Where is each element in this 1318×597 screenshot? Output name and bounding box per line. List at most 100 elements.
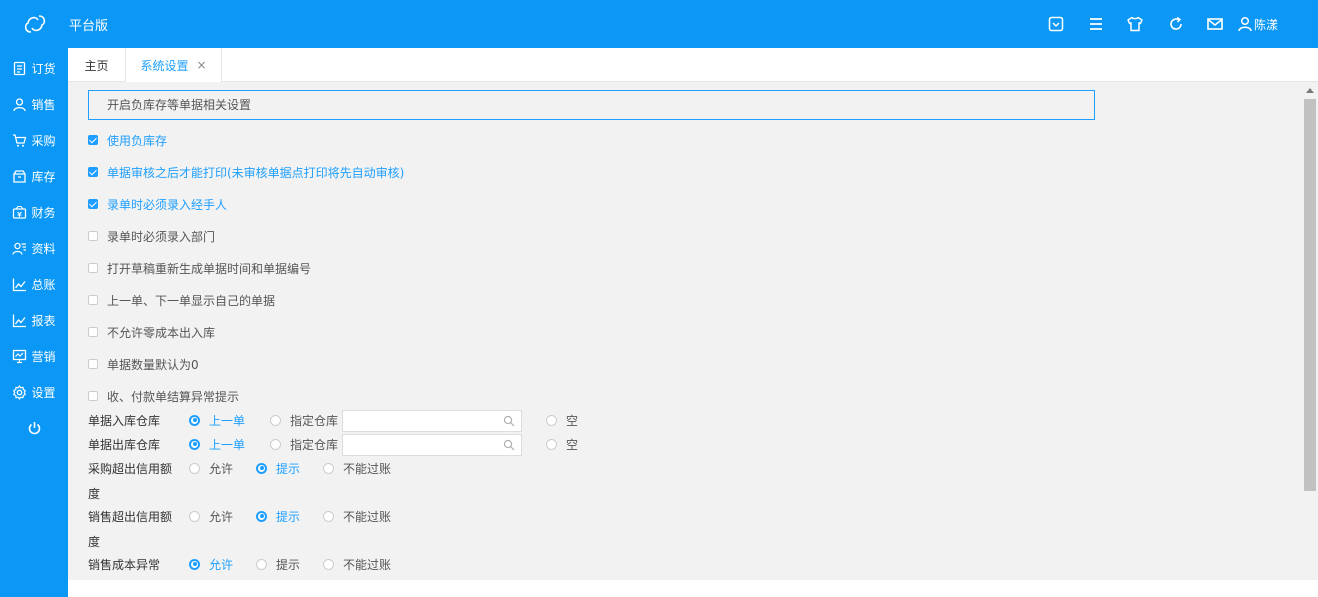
- menu-icon[interactable]: [1087, 15, 1105, 33]
- radio-sales-credit-warn[interactable]: 提示: [256, 507, 300, 525]
- checkbox[interactable]: [88, 199, 98, 209]
- radio-warehouse-in-previous[interactable]: 上一单: [189, 411, 245, 429]
- checkbox-default-quantity[interactable]: 单据数量默认为0: [88, 355, 199, 373]
- sidebar-item-label: 财务: [31, 205, 56, 220]
- checkbox-zero-cost[interactable]: 不允许零成本出入库: [88, 323, 215, 341]
- marketing-icon: [13, 349, 27, 363]
- radio-purchase-credit-allow[interactable]: 允许: [189, 459, 233, 477]
- radio-button[interactable]: [189, 558, 200, 570]
- sidebar-item-report[interactable]: 报表: [0, 302, 68, 338]
- radio-label: 允许: [209, 557, 234, 572]
- radio-button[interactable]: [270, 438, 281, 450]
- top-bar: 平台版 陈漾: [0, 0, 1318, 48]
- checkbox[interactable]: [88, 359, 98, 369]
- checkbox-label: 收、付款单结算异常提示: [107, 389, 240, 404]
- radio-button[interactable]: [323, 510, 334, 522]
- sidebar-item-purchase[interactable]: 采购: [0, 122, 68, 158]
- shirt-icon[interactable]: [1126, 15, 1144, 33]
- tab-system-settings[interactable]: 系统设置 ×: [126, 48, 222, 82]
- checkbox[interactable]: [88, 135, 98, 145]
- sidebar-item-marketing[interactable]: 营销: [0, 338, 68, 374]
- search-icon[interactable]: [503, 415, 515, 427]
- sidebar-item-ledger[interactable]: 总账: [0, 266, 68, 302]
- radio-button[interactable]: [256, 510, 267, 522]
- power-icon: [28, 421, 40, 434]
- checkbox-draft-regenerate[interactable]: 打开草稿重新生成单据时间和单据编号: [88, 259, 311, 277]
- radio-button[interactable]: [256, 462, 267, 474]
- sidebar-item-order[interactable]: 订货: [0, 50, 68, 86]
- checkbox[interactable]: [88, 231, 98, 241]
- close-icon[interactable]: ×: [196, 58, 206, 72]
- sidebar-item-label: 销售: [31, 97, 56, 112]
- checkbox-label: 不允许零成本出入库: [107, 325, 216, 340]
- scrollbar-thumb[interactable]: [1304, 99, 1316, 491]
- tab-home[interactable]: 主页: [68, 48, 126, 82]
- sidebar-item-sales[interactable]: 销售: [0, 86, 68, 122]
- chevron-square-icon[interactable]: [1047, 15, 1065, 33]
- user-name[interactable]: 陈漾: [1254, 16, 1278, 33]
- sidebar-item-label: 资料: [31, 241, 56, 256]
- cloud-logo-icon: [24, 15, 46, 33]
- sidebar-item-inventory[interactable]: 库存: [0, 158, 68, 194]
- radio-sales-credit-block[interactable]: 不能过账: [323, 507, 391, 525]
- sidebar-item-finance[interactable]: 财务: [0, 194, 68, 230]
- checkbox-own-documents[interactable]: 上一单、下一单显示自己的单据: [88, 291, 275, 309]
- radio-button[interactable]: [189, 414, 200, 426]
- tab-bar: 主页 系统设置 ×: [68, 48, 1318, 82]
- radio-warehouse-out-previous[interactable]: 上一单: [189, 435, 245, 453]
- user-icon[interactable]: [1236, 15, 1254, 33]
- sales-icon: [13, 97, 27, 111]
- checkbox[interactable]: [88, 167, 98, 177]
- sidebar-item-label: 订货: [31, 61, 56, 76]
- radio-label: 指定仓库: [290, 437, 339, 452]
- warehouse-out-input[interactable]: [342, 434, 522, 456]
- radio-button[interactable]: [323, 462, 334, 474]
- purchase-credit-label-cont: 度: [88, 487, 101, 501]
- radio-button[interactable]: [256, 558, 267, 570]
- checkbox-negative-stock[interactable]: 使用负库存: [88, 131, 167, 149]
- radio-button[interactable]: [189, 510, 200, 522]
- checkbox[interactable]: [88, 391, 98, 401]
- radio-label: 提示: [276, 557, 301, 572]
- scroll-up-arrow-icon[interactable]: [1306, 88, 1314, 93]
- checkbox-require-department[interactable]: 录单时必须录入部门: [88, 227, 215, 245]
- warehouse-in-input[interactable]: [342, 410, 522, 432]
- inventory-icon: [13, 169, 27, 183]
- radio-purchase-credit-warn[interactable]: 提示: [256, 459, 300, 477]
- radio-sales-credit-allow[interactable]: 允许: [189, 507, 233, 525]
- radio-label: 允许: [209, 509, 234, 524]
- radio-label: 不能过账: [343, 557, 392, 572]
- radio-button[interactable]: [323, 558, 334, 570]
- tab-label: 系统设置: [140, 58, 189, 73]
- checkbox-require-handler[interactable]: 录单时必须录入经手人: [88, 195, 227, 213]
- radio-warehouse-out-empty[interactable]: 空: [546, 435, 578, 453]
- search-icon[interactable]: [503, 439, 515, 451]
- sidebar-item-contacts[interactable]: 资料: [0, 230, 68, 266]
- radio-label: 提示: [276, 509, 301, 524]
- radio-button[interactable]: [546, 438, 557, 450]
- checkbox-print-after-audit[interactable]: 单据审核之后才能打印(未审核单据点打印将先自动审核): [88, 163, 404, 181]
- checkbox[interactable]: [88, 327, 98, 337]
- radio-button[interactable]: [189, 438, 200, 450]
- warehouse-in-label: 单据入库仓库: [88, 414, 161, 428]
- radio-sales-cost-warn[interactable]: 提示: [256, 555, 300, 573]
- radio-sales-cost-block[interactable]: 不能过账: [323, 555, 391, 573]
- radio-button[interactable]: [270, 414, 281, 426]
- radio-label: 上一单: [209, 437, 246, 452]
- radio-button[interactable]: [546, 414, 557, 426]
- checkbox[interactable]: [88, 295, 98, 305]
- sidebar-item-settings[interactable]: 设置: [0, 374, 68, 410]
- checkbox[interactable]: [88, 263, 98, 273]
- mail-icon[interactable]: [1206, 15, 1224, 33]
- finance-icon: [13, 205, 27, 219]
- checkbox-settlement-alert[interactable]: 收、付款单结算异常提示: [88, 387, 239, 405]
- radio-button[interactable]: [189, 462, 200, 474]
- power-button[interactable]: [0, 410, 68, 446]
- radio-purchase-credit-block[interactable]: 不能过账: [323, 459, 391, 477]
- refresh-icon[interactable]: [1167, 15, 1185, 33]
- radio-warehouse-out-specified[interactable]: 指定仓库: [270, 435, 338, 453]
- contacts-icon: [12, 242, 27, 255]
- radio-sales-cost-allow[interactable]: 允许: [189, 555, 233, 573]
- radio-warehouse-in-empty[interactable]: 空: [546, 411, 578, 429]
- radio-warehouse-in-specified[interactable]: 指定仓库: [270, 411, 338, 429]
